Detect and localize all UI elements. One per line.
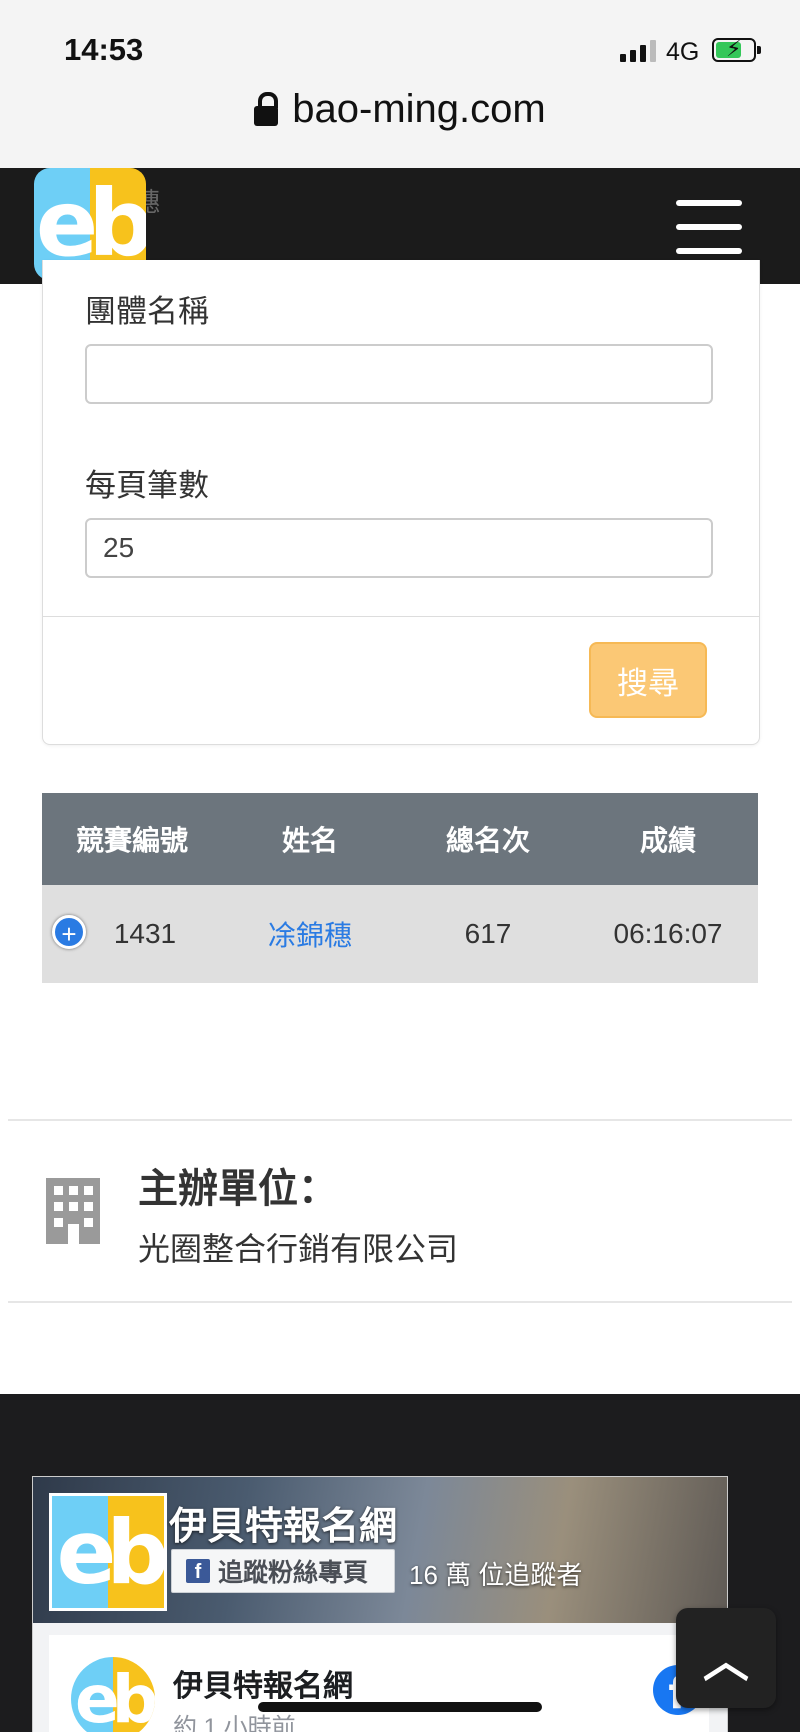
name-cell: 凃錦穗 [222, 914, 398, 954]
avatar-logo-text: eb [74, 1660, 155, 1732]
facebook-page-name[interactable]: 伊貝特報名網 [169, 1495, 397, 1550]
building-icon [46, 1178, 100, 1244]
post-author[interactable]: 伊貝特報名網 [173, 1661, 353, 1705]
home-indicator[interactable] [258, 1702, 542, 1712]
status-bar: 14:53 4G ⚡ bao-ming.com [0, 0, 800, 168]
time-cell: 06:16:07 [613, 918, 723, 949]
card-divider [43, 616, 759, 617]
per-page-label: 每頁筆數 [85, 468, 209, 503]
follower-count: 16 萬 位追蹤者 [409, 1560, 583, 1590]
url-text[interactable]: bao-ming.com [292, 87, 545, 132]
table-header: 競賽編號 姓名 總名次 成績 [42, 793, 758, 885]
facebook-post: eb 伊貝特報名網 約 1 小時前 f [49, 1635, 709, 1732]
follow-page-label: 追蹤粉絲專頁 [218, 1559, 369, 1587]
organizer-name: 光圈整合行銷有限公司 [138, 1231, 459, 1267]
facebook-page-widget: eb 伊貝特報名網 f 追蹤粉絲專頁 16 萬 位追蹤者 eb 伊貝特報名網 約… [32, 1476, 728, 1732]
bib-value: 1431 [113, 918, 177, 949]
expand-row-icon[interactable]: + [52, 915, 86, 949]
battery-icon: ⚡ [712, 36, 761, 62]
thumbnail-logo-text: eb [56, 1500, 164, 1604]
search-form-card: 團體名稱 每頁筆數 25 搜尋 [42, 260, 760, 745]
per-page-select[interactable]: 25 [85, 518, 713, 578]
divider [8, 1301, 792, 1303]
cellular-signal-icon [620, 40, 656, 62]
network-type: 4G [666, 38, 700, 66]
menu-icon[interactable] [676, 200, 742, 254]
runner-name-link[interactable]: 凃錦穗 [268, 920, 352, 951]
clock: 14:53 [64, 32, 144, 67]
follow-page-button[interactable]: f 追蹤粉絲專頁 [171, 1549, 395, 1593]
post-avatar[interactable]: eb [71, 1657, 155, 1732]
lock-icon [254, 92, 279, 126]
facebook-page-thumbnail[interactable]: eb [49, 1493, 167, 1611]
column-header-name[interactable]: 姓名 [222, 819, 398, 859]
facebook-mini-icon: f [186, 1559, 210, 1583]
back-to-top-button[interactable]: ︿ [676, 1608, 776, 1708]
table-row: + 1431 凃錦穗 617 06:16:07 [42, 885, 758, 983]
search-button[interactable]: 搜尋 [589, 642, 707, 718]
column-header-rank[interactable]: 總名次 [398, 819, 578, 859]
column-header-bib[interactable]: 競賽編號 [42, 819, 222, 859]
team-name-label: 團體名稱 [85, 294, 209, 329]
organizer-heading: 主辦單位： [138, 1167, 338, 1211]
column-header-time[interactable]: 成績 [578, 819, 758, 859]
divider [8, 1119, 792, 1121]
team-name-input[interactable] [85, 344, 713, 404]
rank-cell: 617 [464, 918, 512, 949]
address-bar[interactable]: bao-ming.com [0, 84, 800, 134]
results-table: 競賽編號 姓名 總名次 成績 + 1431 凃錦穗 617 06:16:07 [42, 793, 758, 983]
